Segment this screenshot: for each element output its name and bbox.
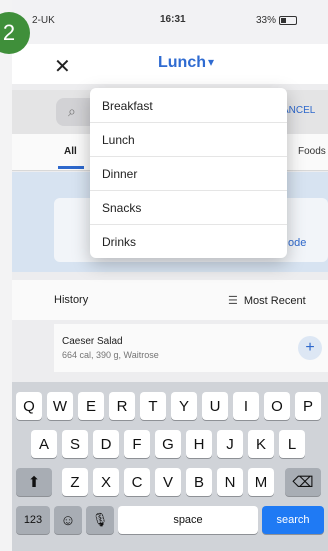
key-y[interactable]: Y bbox=[171, 392, 197, 420]
key-t[interactable]: T bbox=[140, 392, 166, 420]
key-h[interactable]: H bbox=[186, 430, 212, 458]
emoji-icon[interactable]: ☺ bbox=[54, 506, 82, 534]
close-icon[interactable]: ✕ bbox=[54, 54, 71, 79]
key-g[interactable]: G bbox=[155, 430, 181, 458]
key-a[interactable]: A bbox=[31, 430, 57, 458]
space-key[interactable]: space bbox=[118, 506, 258, 534]
menu-item-drinks[interactable]: Drinks bbox=[90, 224, 287, 258]
key-e[interactable]: E bbox=[78, 392, 104, 420]
key-n[interactable]: N bbox=[217, 468, 243, 496]
backspace-key[interactable]: ⌫ bbox=[285, 468, 321, 496]
key-j[interactable]: J bbox=[217, 430, 243, 458]
key-c[interactable]: C bbox=[124, 468, 150, 496]
status-bar: 2-UK 16:31 33% bbox=[12, 14, 328, 30]
key-v[interactable]: V bbox=[155, 468, 181, 496]
menu-item-dinner[interactable]: Dinner bbox=[90, 156, 287, 191]
key-u[interactable]: U bbox=[202, 392, 228, 420]
menu-item-lunch[interactable]: Lunch bbox=[90, 122, 287, 157]
carrier-label: 2-UK bbox=[32, 15, 55, 26]
key-i[interactable]: I bbox=[233, 392, 259, 420]
key-z[interactable]: Z bbox=[62, 468, 88, 496]
meal-dropdown-menu: Breakfast Lunch Dinner Snacks Drinks bbox=[90, 88, 287, 258]
key-x[interactable]: X bbox=[93, 468, 119, 496]
key-b[interactable]: B bbox=[186, 468, 212, 496]
menu-item-breakfast[interactable]: Breakfast bbox=[90, 88, 287, 123]
meal-title[interactable]: Lunch bbox=[158, 54, 206, 72]
key-l[interactable]: L bbox=[279, 430, 305, 458]
key-o[interactable]: O bbox=[264, 392, 290, 420]
key-q[interactable]: Q bbox=[16, 392, 42, 420]
shift-key[interactable]: ⬆ bbox=[16, 468, 52, 496]
phone-screen: 2-UK 16:31 33% ✕ Lunch ▾ ⌕ ANCEL All Foo… bbox=[12, 0, 328, 551]
search-key[interactable]: search bbox=[262, 506, 324, 534]
key-w[interactable]: W bbox=[47, 392, 73, 420]
menu-item-snacks[interactable]: Snacks bbox=[90, 190, 287, 225]
key-r[interactable]: R bbox=[109, 392, 135, 420]
top-nav: ✕ Lunch ▾ bbox=[12, 44, 328, 84]
key-k[interactable]: K bbox=[248, 430, 274, 458]
battery-percent: 33% bbox=[256, 15, 277, 26]
microphone-icon[interactable]: 🎙 bbox=[86, 506, 114, 534]
status-right: 33% bbox=[256, 15, 298, 26]
key-f[interactable]: F bbox=[124, 430, 150, 458]
key-s[interactable]: S bbox=[62, 430, 88, 458]
key-d[interactable]: D bbox=[93, 430, 119, 458]
status-time: 16:31 bbox=[160, 14, 186, 25]
numbers-key[interactable]: 123 bbox=[16, 506, 50, 534]
on-screen-keyboard: Q W E R T Y U I O P A S D F G H J K L ⬆ … bbox=[12, 382, 328, 551]
key-p[interactable]: P bbox=[295, 392, 321, 420]
chevron-down-icon[interactable]: ▾ bbox=[208, 55, 214, 69]
key-m[interactable]: M bbox=[248, 468, 274, 496]
battery-icon bbox=[279, 16, 298, 25]
